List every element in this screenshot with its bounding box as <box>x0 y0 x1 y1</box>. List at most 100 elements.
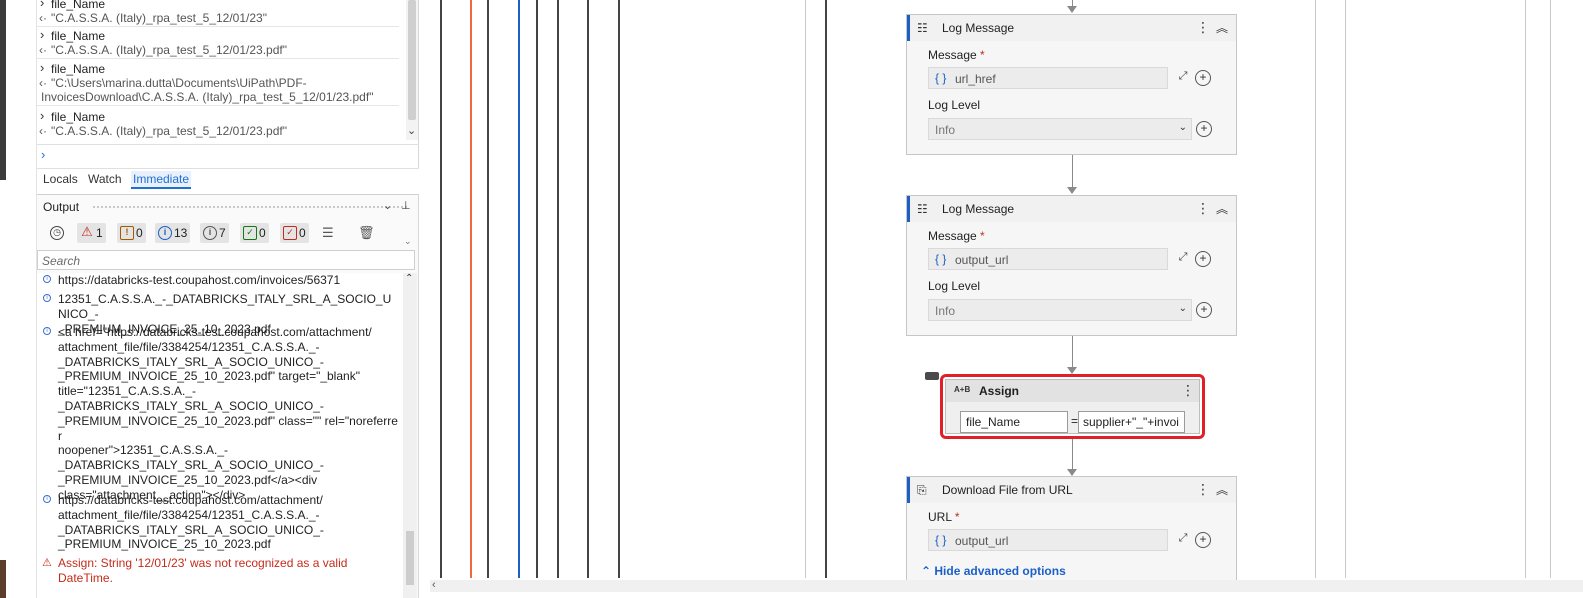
line: _PREMIUM_INVOICE_25_10_2023.pdf" class="… <box>58 413 398 443</box>
breakpoint-tag-icon[interactable] <box>925 372 939 380</box>
result-arrow-icon: ‹· <box>39 124 47 138</box>
url-field[interactable]: { } output_url <box>928 529 1168 551</box>
activity-header[interactable]: A+B Assign ⋮ <box>946 380 1199 402</box>
selected-value: Info <box>935 304 956 318</box>
plus-icon[interactable]: + <box>1196 302 1212 318</box>
assign-value-field[interactable]: supplier+"_"+invoi <box>1078 411 1185 433</box>
prompt-chevron-icon: › <box>41 147 46 162</box>
drag-grip[interactable] <box>93 206 407 208</box>
expression-brace-icon: { } <box>935 533 947 547</box>
output-scrollbar[interactable]: ⌃ <box>403 273 417 598</box>
chevron-down-icon: ⌄ <box>1178 303 1187 314</box>
pin-icon[interactable]: ⊥ <box>401 199 411 212</box>
kebab-menu-icon[interactable]: ⋮ <box>1196 19 1210 36</box>
activity-header[interactable]: ☷ Log Message ⋮ ︽ <box>907 15 1236 41</box>
plus-icon[interactable]: + <box>1196 121 1212 137</box>
sequence-border-line <box>536 0 538 578</box>
plus-icon[interactable]: + <box>1195 532 1211 548</box>
filter-warnings-button[interactable]: ! 0 <box>117 223 146 243</box>
tab-watch[interactable]: Watch <box>86 171 124 187</box>
field-value: output_url <box>955 253 1009 267</box>
list-item[interactable]: i https://databricks-test.coupahost.com/… <box>37 493 399 552</box>
assign-activity[interactable]: A+B Assign ⋮ file_Name = supplier+"_"+in… <box>940 374 1205 439</box>
line: noopener">12351_C.A.S.S.A._- <box>58 443 229 458</box>
filter-success-button[interactable]: ✓ 0 <box>240 223 269 243</box>
scrollbar-thumb[interactable] <box>406 531 414 585</box>
plus-icon[interactable]: + <box>1195 70 1211 86</box>
scrollbar-thumb[interactable] <box>408 0 416 120</box>
collapse-icon[interactable]: ︽ <box>1216 19 1228 36</box>
tab-locals[interactable]: Locals <box>41 171 80 187</box>
log-level-select[interactable]: Info ⌄ <box>928 118 1192 140</box>
log-message-activity[interactable]: ☷ Log Message ⋮ ︽ Message * { } output_u… <box>906 195 1237 336</box>
clock-icon[interactable]: ◷ <box>47 223 69 243</box>
sequence-border-line <box>825 0 827 578</box>
expand-editor-icon[interactable]: ⤢ <box>1175 251 1191 267</box>
output-search-input[interactable]: Search <box>37 250 415 270</box>
chevron-down-icon[interactable]: ⌄ <box>407 124 416 137</box>
log-level-label: Log Level <box>928 279 981 293</box>
immediate-value-text: "C.A.S.S.A. (Italy)_rpa_test_5_12/01/23.… <box>51 124 287 138</box>
filter-info-button[interactable]: i 13 <box>155 223 191 243</box>
connector-arrow-icon <box>1067 469 1077 476</box>
filter-verbose-button[interactable]: ✓ 0 <box>280 223 309 243</box>
hide-advanced-options-link[interactable]: ⌃ Hide advanced options <box>921 564 1066 578</box>
expression-brace-icon: { } <box>935 71 947 85</box>
list-item[interactable]: i <a href="https://databricks-test.coupa… <box>37 325 399 503</box>
chevron-left-icon[interactable]: ‹ <box>432 579 436 591</box>
result-arrow-icon: ‹· <box>39 76 47 90</box>
trash-icon[interactable]: 🗑 <box>355 223 378 243</box>
gutter-dark-strip <box>0 0 6 180</box>
collapse-icon[interactable]: ︽ <box>1216 481 1228 498</box>
log-level-select[interactable]: Info ⌄ <box>928 299 1192 321</box>
immediate-entry[interactable]: file_Name ‹· "C.A.S.S.A. (Italy)_rpa_test… <box>37 0 399 27</box>
message-field[interactable]: { } url_href <box>928 67 1168 89</box>
activity-header[interactable]: ☷ Log Message ⋮ ︽ <box>907 196 1236 222</box>
filter-list-icon[interactable]: ☰ <box>319 223 337 243</box>
expand-editor-icon[interactable]: ⤢ <box>1175 532 1191 548</box>
kebab-menu-icon[interactable]: ⋮ <box>1181 382 1195 399</box>
info-icon: i <box>43 275 51 283</box>
immediate-entry[interactable]: file_Name ‹· "C.A.S.S.A. (Italy)_rpa_test… <box>37 28 399 59</box>
download-file-activity[interactable]: ⎘ Download File from URL ⋮ ︽ URL * { } o… <box>906 476 1237 586</box>
list-item-error[interactable]: ⚠ Assign: String '12/01/23' was not reco… <box>37 556 399 586</box>
filter-errors-button[interactable]: ⚠ 1 <box>77 223 106 243</box>
chevron-down-icon[interactable]: ⌄ <box>383 199 392 212</box>
more-icon[interactable]: ⌄ <box>401 231 415 251</box>
message-field[interactable]: { } output_url <box>928 248 1168 270</box>
warning-icon: ! <box>120 226 134 240</box>
sequence-border-line <box>1525 0 1526 578</box>
immediate-input[interactable]: › <box>37 144 419 166</box>
immediate-value-text: "C.A.S.S.A. (Italy)_rpa_test_5_12/01/23" <box>51 11 267 25</box>
assign-to-field[interactable]: file_Name <box>960 411 1068 433</box>
expand-editor-icon[interactable]: ⤢ <box>1175 70 1191 86</box>
line: attachment_file/file/3384254/12351_C.A.S… <box>58 507 320 522</box>
plus-icon[interactable]: + <box>1195 251 1211 267</box>
label-text: URL <box>928 510 952 524</box>
debug-tabs: Locals Watch Immediate <box>37 168 419 189</box>
trace-count: 7 <box>219 226 226 240</box>
link-text: Hide advanced options <box>934 564 1066 578</box>
collapse-icon[interactable]: ︽ <box>1216 200 1228 217</box>
line: https://databricks-test.coupahost.com/at… <box>58 493 323 507</box>
kebab-menu-icon[interactable]: ⋮ <box>1196 481 1210 498</box>
workflow-designer[interactable]: ☷ Log Message ⋮ ︽ Message * { } url_href… <box>420 0 1583 598</box>
activity-title: Log Message <box>942 21 1015 35</box>
kebab-menu-icon[interactable]: ⋮ <box>1196 200 1210 217</box>
chevron-up-icon[interactable]: ⌃ <box>405 273 413 284</box>
immediate-entry[interactable]: file_Name ‹· "C.A.S.S.A. (Italy)_rpa_test… <box>37 109 399 138</box>
selected-value: Info <box>935 123 956 137</box>
immediate-entry-name: file_Name <box>37 0 399 11</box>
list-item[interactable]: i https://databricks-test.coupahost.com/… <box>37 273 399 288</box>
connector-line <box>1072 155 1073 189</box>
immediate-entry[interactable]: file_Name ‹· "C:\Users\marina.dutta\Docum… <box>37 61 399 106</box>
filter-trace-button[interactable]: i7 <box>200 223 229 243</box>
horizontal-scrollbar[interactable]: ‹ <box>430 579 1583 592</box>
sequence-border-line <box>1345 0 1346 578</box>
activity-header[interactable]: ⎘ Download File from URL ⋮ ︽ <box>907 477 1236 503</box>
connector-arrow-icon <box>1067 6 1077 13</box>
immediate-scrollbar[interactable]: ⌄ <box>406 0 418 140</box>
tab-immediate[interactable]: Immediate <box>131 171 192 189</box>
log-message-activity[interactable]: ☷ Log Message ⋮ ︽ Message * { } url_href… <box>906 14 1237 155</box>
info-icon: i <box>43 294 51 302</box>
